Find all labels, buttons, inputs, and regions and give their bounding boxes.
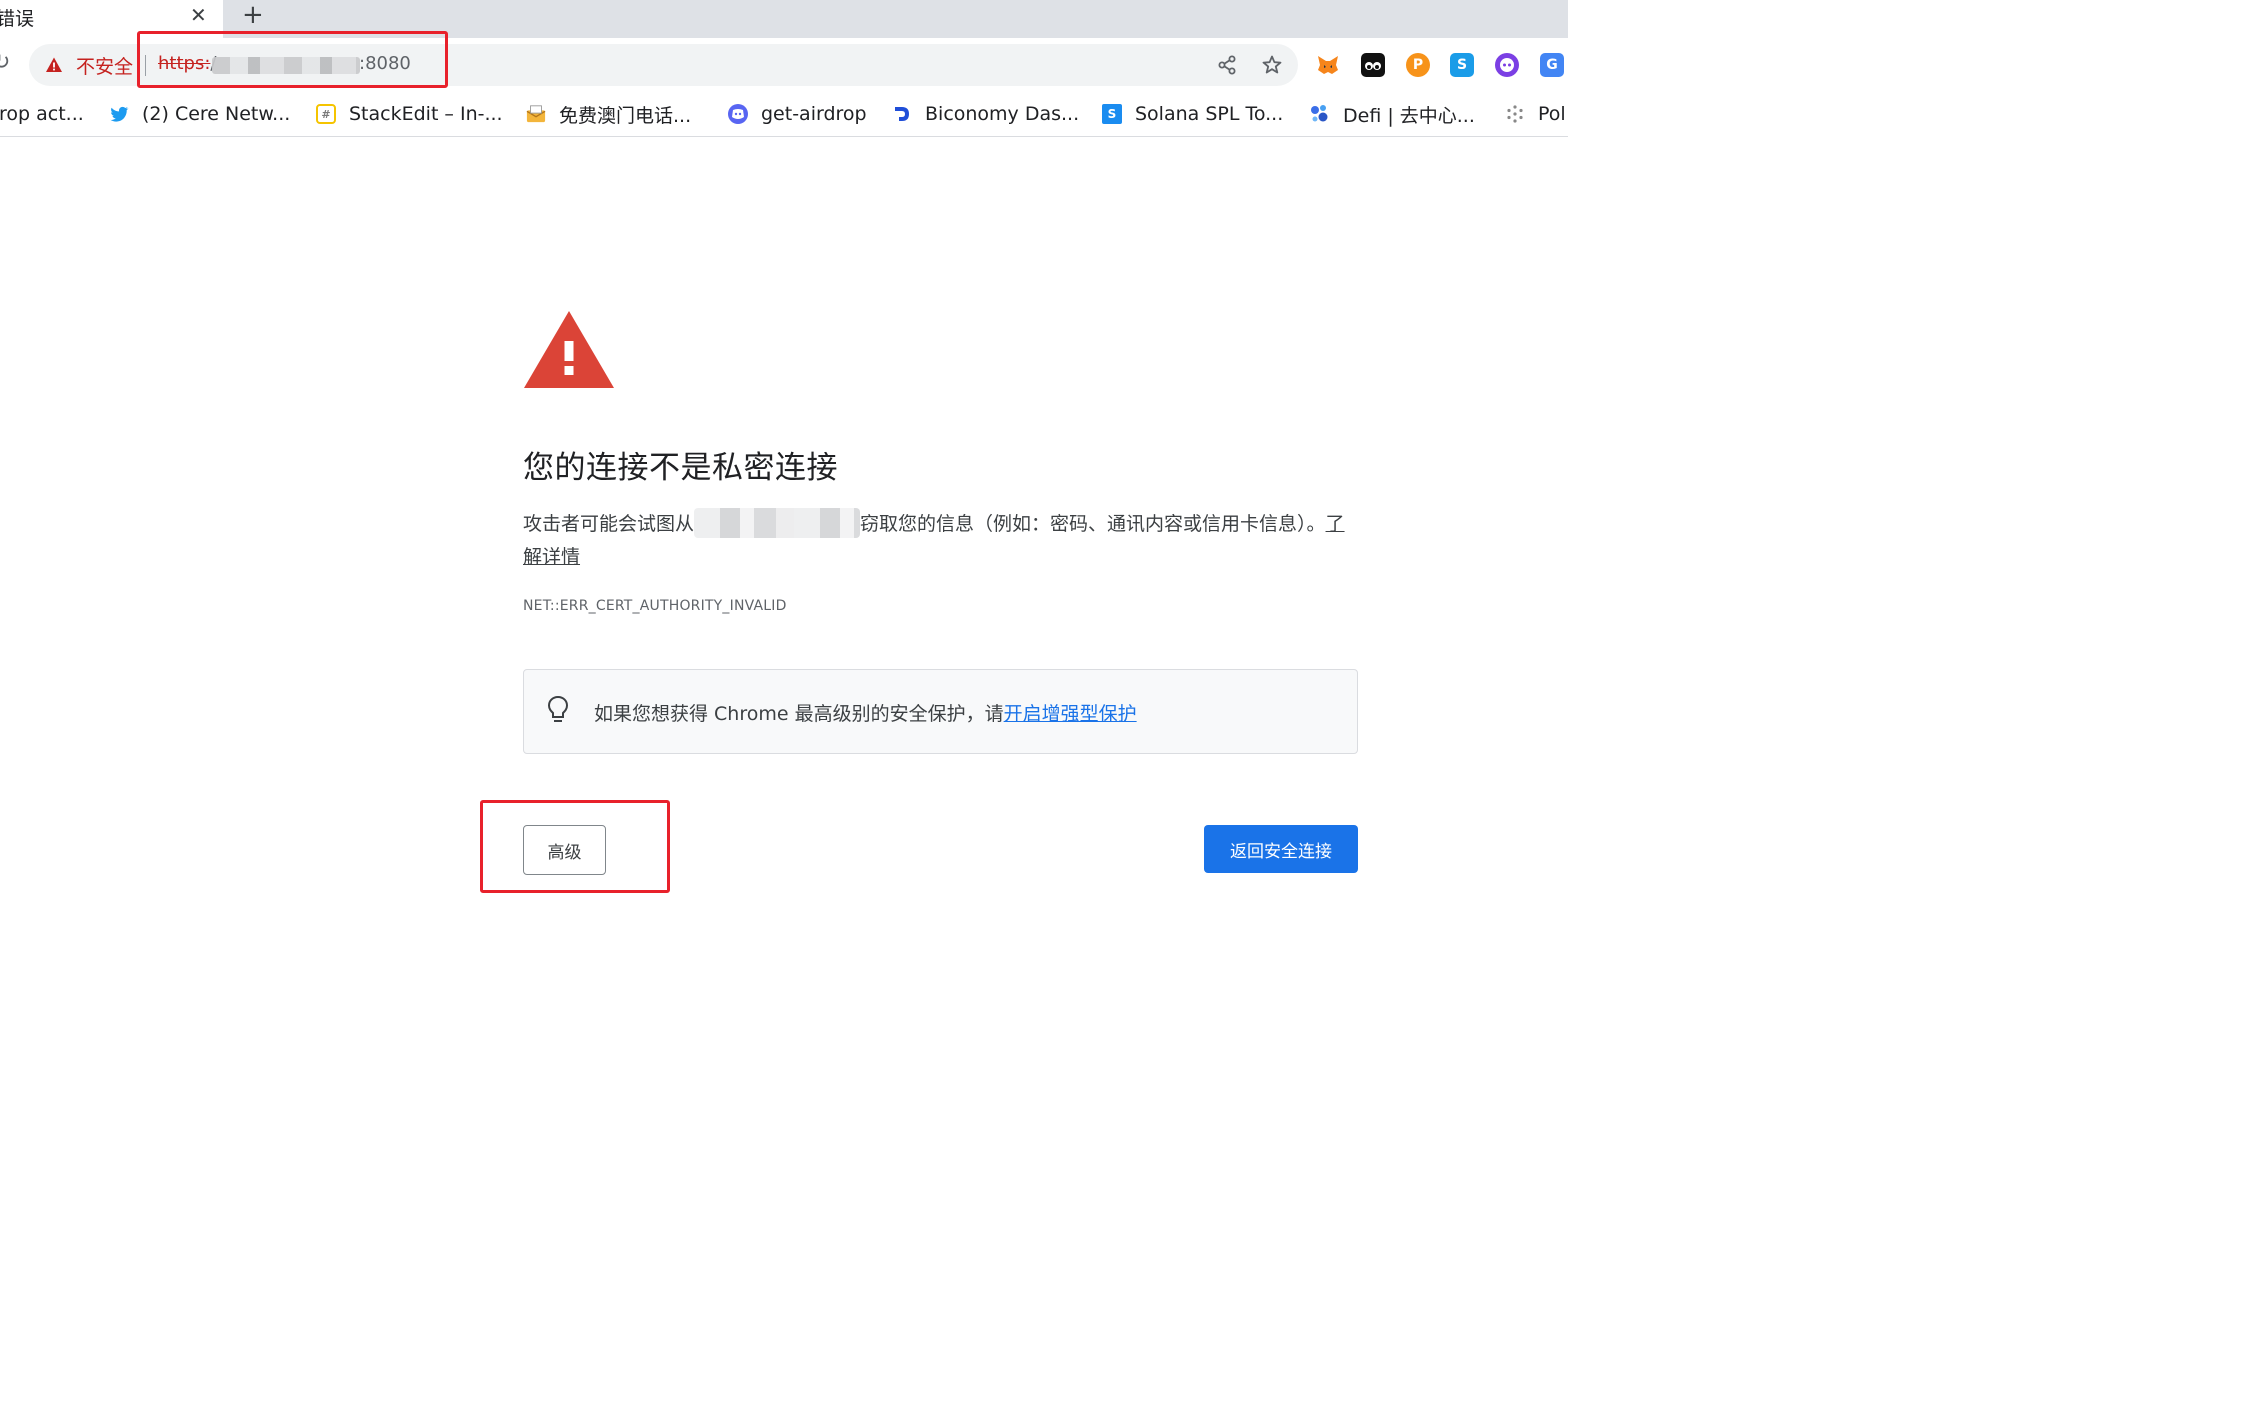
bookmark-item[interactable]: Defi | 去中心... [1310,99,1475,129]
bookmark-item[interactable]: get-airdrop [728,99,867,129]
url-scheme: https:/ [158,53,216,74]
address-bar[interactable]: 不安全 https:/ :8080 [29,44,1298,86]
metamask-fox-icon[interactable] [1316,53,1340,77]
bookmark-label: 免费澳门电话... [559,104,692,127]
promo-text: 如果您想获得 Chrome 最高级别的安全保护，请开启增强型保护 [594,703,1137,725]
browser-toolbar: ↻ 不安全 https:/ :8080 P S G [0,38,1568,92]
bookmark-label: StackEdit – In-... [349,103,503,125]
p-coin-icon[interactable]: P [1406,53,1430,77]
bookmark-label: Biconomy Das... [925,103,1080,125]
bookmarks-bar: rop act... (2) Cere Netw... # StackEdit … [0,92,1568,137]
twitter-icon [109,104,129,124]
bookmark-label: Defi | 去中心... [1343,104,1475,127]
lightbulb-icon [547,695,569,722]
bookmark-label: get-airdrop [761,103,867,125]
polkadot-icon [1505,104,1525,124]
bookmark-item[interactable]: # StackEdit – In-... [316,99,503,129]
tab-strip: 错误 ✕ + [0,0,1568,38]
enhanced-protection-promo: 如果您想获得 Chrome 最高级别的安全保护，请开启增强型保护 [523,669,1358,754]
stackedit-icon: # [316,104,336,124]
bookmark-label: rop act... [0,103,84,125]
google-translate-icon[interactable]: G [1540,53,1564,77]
bookmark-label: Pol [1538,103,1566,125]
not-secure-label[interactable]: 不安全 [76,52,133,79]
bookmark-item[interactable]: (2) Cere Netw... [109,99,290,129]
reload-icon[interactable]: ↻ [0,50,10,75]
purple-face-icon[interactable] [1495,53,1519,77]
bookmark-item[interactable]: Pol [1505,99,1566,129]
error-code: NET::ERR_CERT_AUTHORITY_INVALID [523,598,787,614]
redacted-host [694,508,861,538]
bookmark-item[interactable]: S Solana SPL To... [1102,99,1283,129]
bookmark-label: Solana SPL To... [1135,103,1284,125]
danger-triangle-icon [524,311,614,388]
omnibox-separator [145,55,146,76]
defi-dots-icon [1310,104,1330,124]
url-port: :8080 [359,53,411,74]
tab-title: 错误 [0,8,35,30]
explanation-text-start: 攻击者可能会试图从 [523,513,695,535]
share-icon[interactable] [1216,54,1238,76]
solana-s-icon: S [1102,104,1122,124]
back-to-safety-button[interactable]: 返回安全连接 [1204,825,1358,873]
new-tab-button[interactable]: + [242,0,264,30]
bookmark-label: (2) Cere Netw... [142,103,291,125]
biconomy-icon [892,104,912,124]
bookmark-star-icon[interactable] [1261,54,1283,76]
s-extension-icon[interactable]: S [1450,53,1474,77]
explanation-paragraph: 攻击者可能会试图从 窃取您的信息（例如：密码、通讯内容或信用卡信息）。了解详情 [523,508,1353,574]
url-host-redacted [212,57,360,74]
envelope-icon [526,104,546,124]
tab-close-icon[interactable]: ✕ [190,3,207,27]
not-secure-warning-icon[interactable] [45,56,63,74]
active-tab[interactable]: 错误 ✕ [0,0,223,38]
bookmark-item[interactable]: Biconomy Das... [892,99,1079,129]
discord-icon [728,104,748,124]
bookmark-item[interactable]: rop act... [0,99,84,129]
advanced-button[interactable]: 高级 [523,825,606,875]
eyes-extension-icon[interactable] [1361,53,1385,77]
enable-enhanced-protection-link[interactable]: 开启增强型保护 [1004,703,1137,725]
page-title: 您的连接不是私密连接 [523,450,838,486]
explanation-text-end: 窃取您的信息（例如：密码、通讯内容或信用卡信息）。 [860,513,1326,535]
bookmark-item[interactable]: 免费澳门电话... [526,99,691,129]
